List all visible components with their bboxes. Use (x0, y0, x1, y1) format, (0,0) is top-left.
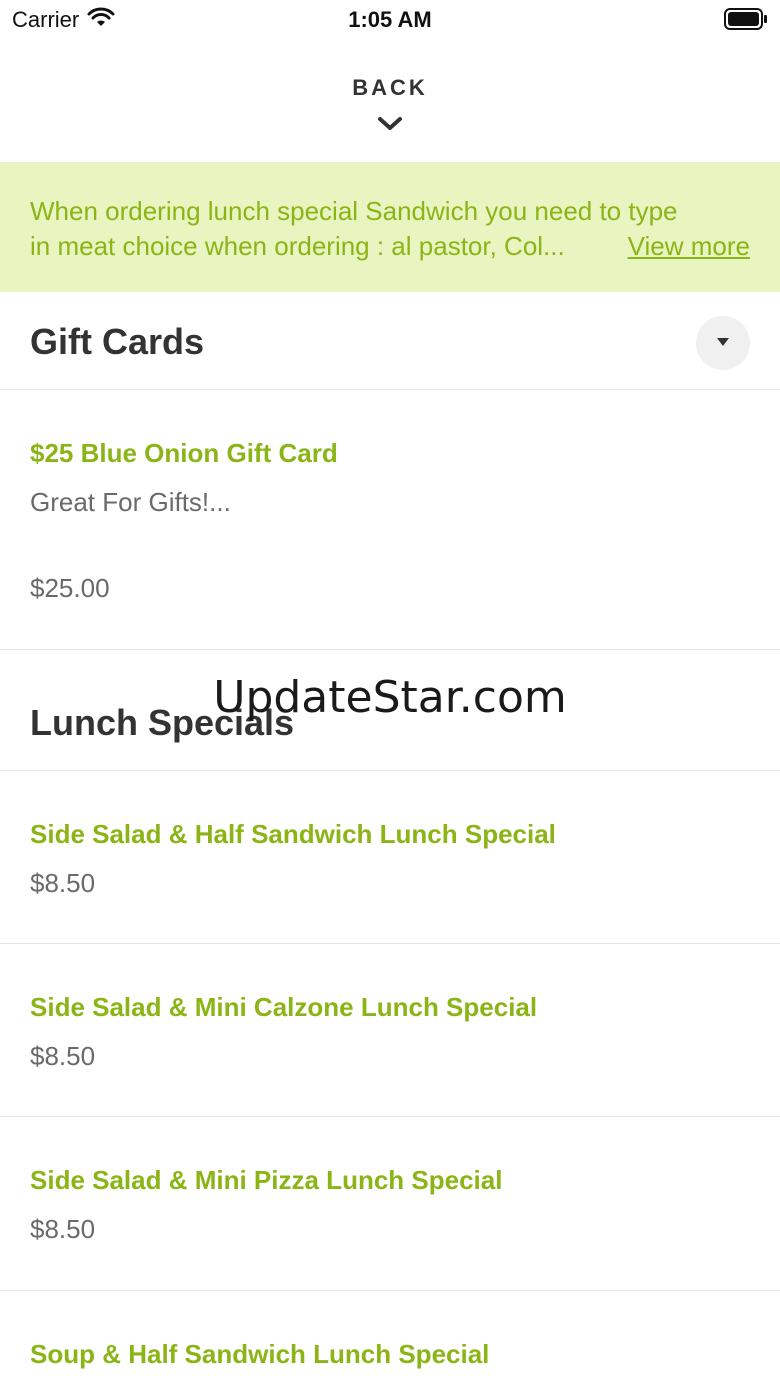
status-time: 1:05 AM (348, 7, 432, 32)
section-title: Gift Cards (30, 321, 205, 362)
menu-item[interactable]: Side Salad & Half Sandwich Lunch Special… (0, 771, 780, 944)
item-description: Great For Gifts!... (30, 487, 231, 517)
item-price: $25.00 (30, 573, 110, 603)
view-more-link[interactable]: View more (628, 229, 750, 264)
screen: Carrier 1:05 AM BACK When ordering lunch… (0, 0, 780, 1387)
notice-row-2: in meat choice when ordering : al pastor… (30, 229, 750, 264)
item-name: Soup & Half Sandwich Lunch Special (30, 1339, 490, 1369)
item-name: Side Salad & Mini Pizza Lunch Special (30, 1165, 503, 1195)
item-price: $8.50 (30, 1041, 96, 1071)
section-header-lunch-specials: Lunch Specials (0, 650, 780, 771)
item-price: $8.50 (30, 868, 96, 898)
status-bar: Carrier 1:05 AM (0, 0, 780, 40)
chevron-down-icon (377, 116, 403, 137)
menu-item[interactable]: Side Salad & Mini Calzone Lunch Special … (0, 944, 780, 1117)
section-header-gift-cards: Gift Cards (0, 292, 780, 390)
notice-text-line-2: in meat choice when ordering : al pastor… (30, 231, 565, 261)
section-title: Lunch Specials (30, 702, 295, 743)
back-label: BACK (352, 75, 428, 100)
battery-icon (724, 8, 768, 36)
item-price: $8.50 (30, 1214, 96, 1244)
item-name: Side Salad & Half Sandwich Lunch Special (30, 819, 556, 849)
menu-item[interactable]: $25 Blue Onion Gift Card Great For Gifts… (0, 390, 780, 650)
item-name: $25 Blue Onion Gift Card (30, 438, 338, 468)
menu-item[interactable]: Soup & Half Sandwich Lunch Special (0, 1291, 780, 1387)
category-dropdown-button[interactable] (696, 316, 750, 370)
back-button[interactable]: BACK (0, 40, 780, 162)
caret-down-icon (716, 334, 730, 352)
notice-text-line-1: When ordering lunch special Sandwich you… (30, 196, 678, 226)
item-name: Side Salad & Mini Calzone Lunch Special (30, 992, 538, 1022)
menu-item[interactable]: Side Salad & Mini Pizza Lunch Special $8… (0, 1117, 780, 1291)
notice-banner: When ordering lunch special Sandwich you… (0, 162, 780, 292)
